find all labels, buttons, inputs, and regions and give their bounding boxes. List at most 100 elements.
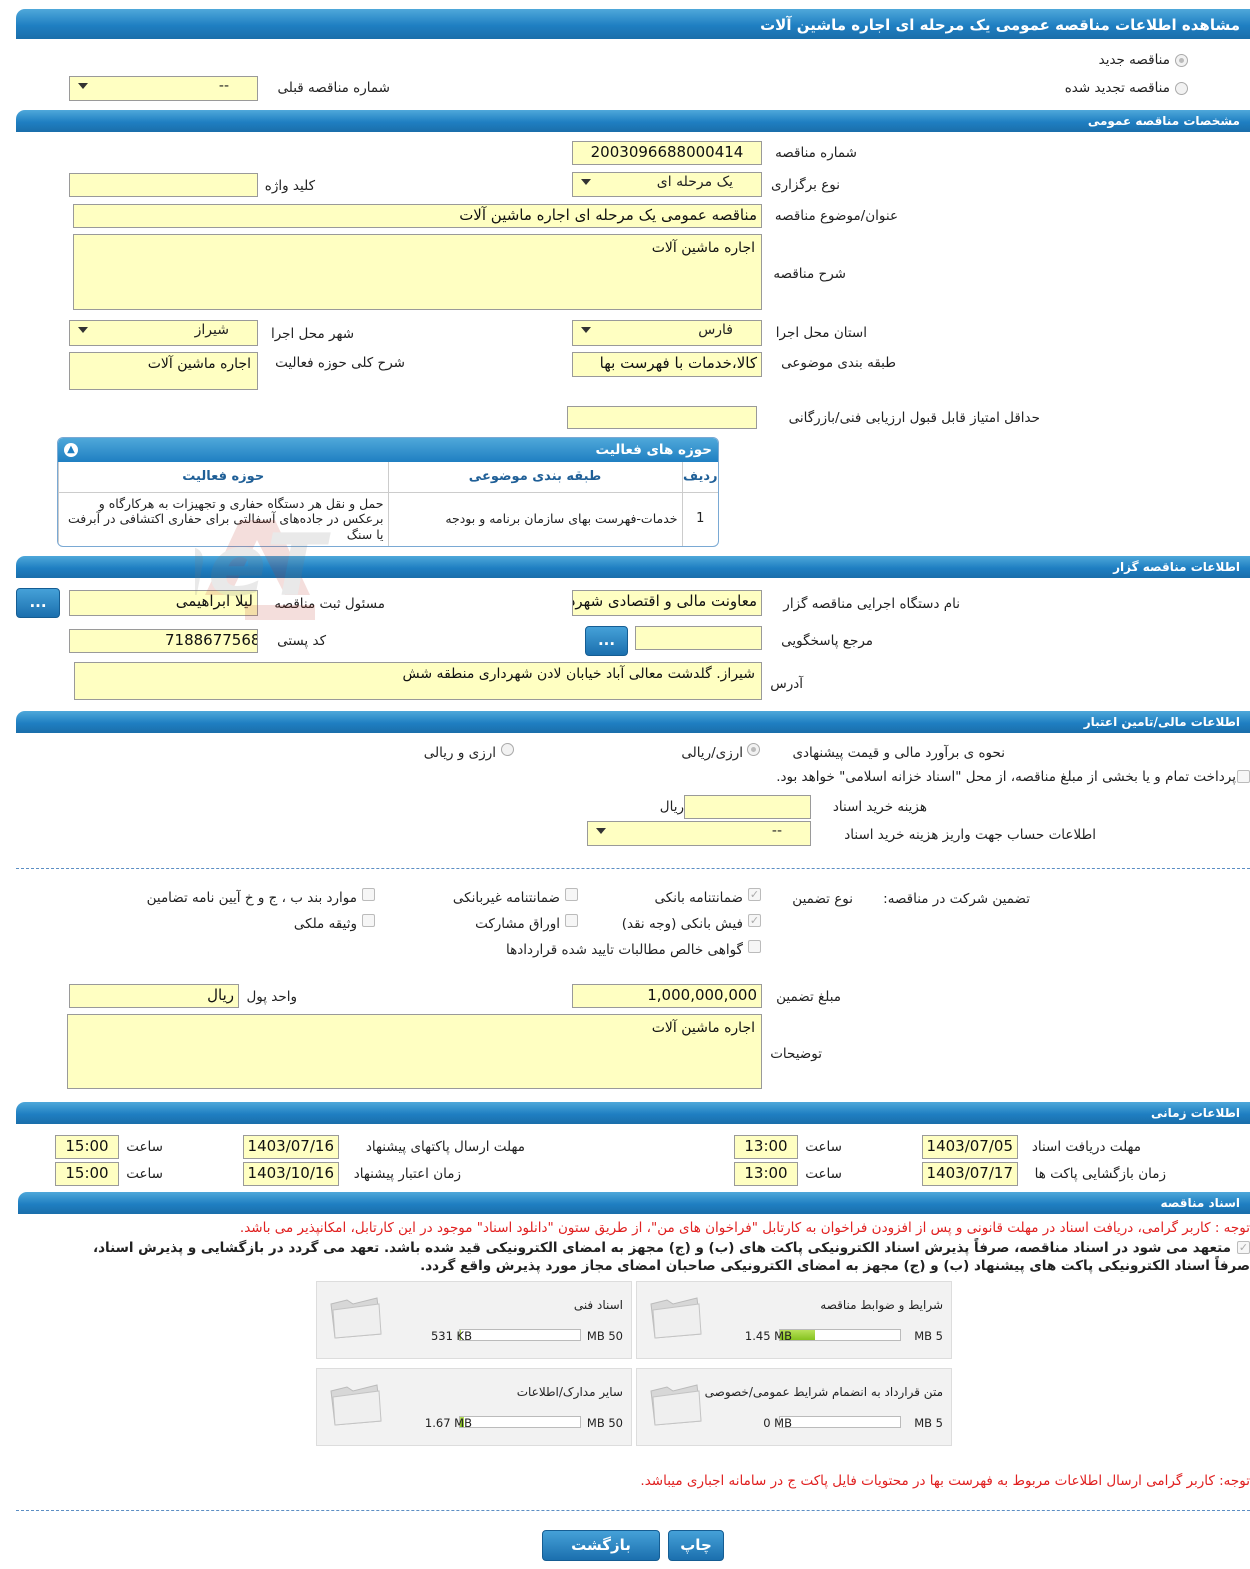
section-organizer-header: اطلاعات مناقصه گزار xyxy=(16,556,1250,578)
subject-field[interactable]: مناقصه عمومی یک مرحله ای اجاره ماشین آلا… xyxy=(73,204,762,228)
prev-number-label: شماره مناقصه قبلی xyxy=(277,80,390,96)
account-select[interactable]: -- xyxy=(587,821,811,846)
send-deadline-time[interactable]: 15:00 xyxy=(55,1135,119,1159)
chk-cash[interactable]: ✓ xyxy=(748,914,761,927)
method-label: نحوه ی برآورد مالی و قیمت پیشنهادی xyxy=(792,745,1005,761)
ref-label: مرجع پاسخگویی xyxy=(781,633,873,649)
doc-tile-max: 50 MB xyxy=(586,1329,623,1343)
section-docs-header: اسناد مناقصه xyxy=(18,1192,1250,1214)
opt-property-label: وثیقه ملکی xyxy=(293,916,357,932)
activity-desc-field[interactable]: اجاره ماشین آلات xyxy=(69,352,258,390)
prev-number-select[interactable]: -- xyxy=(69,76,258,101)
print-button[interactable]: چاپ xyxy=(668,1530,724,1561)
doc-tile-name: متن قرارداد به انضمام شرایط عمومی/خصوصی xyxy=(704,1385,943,1399)
amount-field[interactable]: 1,000,000,000 xyxy=(572,984,762,1008)
keyword-field[interactable] xyxy=(69,173,258,197)
section-general-header: مشخصات مناقصه عمومی xyxy=(16,110,1250,132)
doc-tile-technical[interactable]: اسناد فنی 50 MB 531 KB xyxy=(316,1281,632,1359)
table-row: 1 خدمات-فهرست بهای سازمان برنامه و بودجه… xyxy=(58,492,718,546)
method-opt1-label: ارزی/ریالی xyxy=(681,745,743,761)
doc-tile-progress xyxy=(779,1416,901,1428)
province-select[interactable]: فارس xyxy=(572,320,762,346)
notes-textarea[interactable]: اجاره ماشین آلات xyxy=(67,1014,762,1089)
doc-tile-max: 50 MB xyxy=(586,1416,623,1430)
currency-field[interactable]: ریال xyxy=(69,984,239,1008)
col-idx: ردیف xyxy=(681,462,718,493)
row-category: خدمات-فهرست بهای سازمان برنامه و بودجه xyxy=(387,492,682,546)
send-deadline-label: مهلت ارسال پاکتهای پیشنهاد xyxy=(365,1139,525,1155)
radio-new-tender[interactable] xyxy=(1175,54,1188,67)
opt-bonds-label: اوراق مشارکت xyxy=(475,916,560,932)
radio-method-2[interactable] xyxy=(501,743,514,756)
open-date[interactable]: 1403/07/17 xyxy=(922,1162,1018,1186)
doc-tile-other[interactable]: سایر مدارک/اطلاعات 50 MB 1.67 MB xyxy=(316,1368,632,1446)
doc-tile-progress xyxy=(459,1416,581,1428)
validity-time[interactable]: 15:00 xyxy=(55,1162,119,1186)
page-title: مشاهده اطلاعات مناقصه عمومی یک مرحله ای … xyxy=(760,16,1240,34)
doc-tile-name: شرایط و ضوابط مناقصه xyxy=(820,1298,943,1312)
province-label: استان محل اجرا xyxy=(775,325,867,341)
ref-field[interactable] xyxy=(635,626,762,650)
desc-textarea[interactable]: اجاره ماشین آلات xyxy=(73,234,762,310)
number-field[interactable]: 2003096688000414 xyxy=(572,141,762,165)
desc-label: شرح مناقصه xyxy=(773,266,846,282)
ref-more-button[interactable]: ... xyxy=(585,626,628,656)
notes-label: توضیحات xyxy=(770,1046,822,1062)
postal-field[interactable]: 7188677568 xyxy=(69,629,258,653)
keyword-label: کلید واژه xyxy=(264,178,315,194)
org-field[interactable]: معاونت مالی و اقتصادی شهرداری شیراز xyxy=(572,590,762,616)
doc-tile-contract[interactable]: متن قرارداد به انضمام شرایط عمومی/خصوصی … xyxy=(636,1368,952,1446)
chk-nonbank-guarantee[interactable] xyxy=(565,888,578,901)
doc-tile-used: 531 KB xyxy=(430,1329,472,1343)
doc-deadline-time[interactable]: 13:00 xyxy=(734,1135,798,1159)
activity-panel-header: حوزه های فعالیت ▲ xyxy=(58,438,718,462)
col-category: طبقه بندی موضوعی xyxy=(387,462,682,493)
chk-cert[interactable] xyxy=(748,940,761,953)
opt-bank-label: ضمانتنامه بانکی xyxy=(654,890,744,906)
doc-deadline-date[interactable]: 1403/07/05 xyxy=(922,1135,1018,1159)
chk-property[interactable] xyxy=(362,914,375,927)
send-deadline-date[interactable]: 1403/07/16 xyxy=(243,1135,339,1159)
docs-notice: توجه : کاربر گرامی، دریافت اسناد در مهلت… xyxy=(239,1220,1250,1236)
validity-date[interactable]: 1403/10/16 xyxy=(243,1162,339,1186)
back-button[interactable]: بازگشت xyxy=(542,1530,660,1561)
amount-label: مبلغ تضمین xyxy=(776,989,841,1005)
doc-tile-used: 1.45 MB xyxy=(744,1329,792,1343)
section-finance-header: اطلاعات مالی/تامین اعتبار xyxy=(16,711,1250,733)
responsible-field[interactable]: لیلا ابراهیمی xyxy=(69,590,258,616)
address-field[interactable]: شیراز. گلدشت معالی آباد خیابان لادن شهرد… xyxy=(74,662,762,700)
divider xyxy=(16,868,1250,869)
treasury-checkbox[interactable] xyxy=(1237,770,1250,783)
type-select[interactable]: یک مرحله ای xyxy=(572,172,762,197)
collapse-icon[interactable]: ▲ xyxy=(64,443,78,457)
chk-rules[interactable] xyxy=(362,888,375,901)
activity-table: ردیف طبقه بندی موضوعی حوزه فعالیت 1 خدما… xyxy=(58,462,718,546)
city-select[interactable]: شیراز xyxy=(69,320,258,346)
doc-tile-progress xyxy=(459,1329,581,1341)
radio-method-1[interactable] xyxy=(747,743,760,756)
open-label: زمان بازگشایی پاکت ها xyxy=(1034,1166,1166,1182)
number-label: شماره مناقصه xyxy=(775,145,857,161)
doc-tile-conditions[interactable]: شرایط و ضوابط مناقصه 5 MB 1.45 MB xyxy=(636,1281,952,1359)
chevron-down-icon xyxy=(78,327,88,333)
row-idx: 1 xyxy=(681,492,718,546)
chk-bonds[interactable] xyxy=(565,914,578,927)
doc-cost-label: هزینه خرید اسناد xyxy=(832,799,927,815)
min-score-field[interactable] xyxy=(567,406,757,429)
radio-renewed-tender[interactable] xyxy=(1175,82,1188,95)
doc-tile-used: 0 MB xyxy=(763,1416,792,1430)
guarantee-label: تضمین شرکت در مناقصه: xyxy=(883,891,1030,907)
doc-cost-field[interactable] xyxy=(684,795,811,819)
chk-bank-guarantee[interactable]: ✓ xyxy=(748,888,761,901)
docs-footnote: توجه: کاربر گرامی ارسال اطلاعات مربوط به… xyxy=(640,1473,1250,1489)
chevron-down-icon xyxy=(581,179,591,185)
treasury-text: پرداخت تمام و یا بخشی از مبلغ مناقصه، از… xyxy=(776,769,1236,785)
doc-tile-name: سایر مدارک/اطلاعات xyxy=(516,1385,623,1399)
commit-checkbox[interactable]: ✓ xyxy=(1237,1241,1250,1254)
category-field[interactable]: کالا،خدمات با فهرست بها xyxy=(572,352,762,377)
open-time[interactable]: 13:00 xyxy=(734,1162,798,1186)
responsible-more-button[interactable]: ... xyxy=(16,588,60,618)
responsible-label: مسئول ثبت مناقصه xyxy=(274,596,385,612)
chevron-down-icon xyxy=(596,828,606,834)
org-label: نام دستگاه اجرایی مناقصه گزار xyxy=(783,596,960,612)
